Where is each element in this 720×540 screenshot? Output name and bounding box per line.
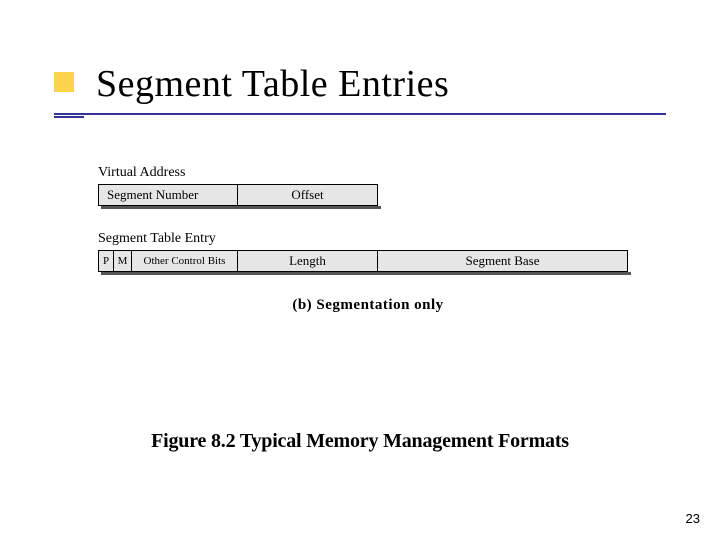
ste-p-cell: P xyxy=(98,250,114,272)
ste-other-control-bits-cell: Other Control Bits xyxy=(132,250,238,272)
ste-length-cell: Length xyxy=(238,250,378,272)
slide-title: Segment Table Entries xyxy=(96,62,449,106)
ste-segment-base-cell: Segment Base xyxy=(378,250,628,272)
header-accent-block xyxy=(54,72,74,92)
figure-caption: Figure 8.2 Typical Memory Management For… xyxy=(0,430,720,453)
figure-area: Virtual Address Segment Number Offset Se… xyxy=(98,165,638,314)
segment-table-entry-label: Segment Table Entry xyxy=(98,231,638,247)
va-offset-cell: Offset xyxy=(238,184,378,206)
row-shadow xyxy=(101,272,631,275)
header-rule xyxy=(54,113,666,115)
ste-m-cell: M xyxy=(114,250,132,272)
sub-caption: (b) Segmentation only xyxy=(98,297,638,314)
header-rule-accent xyxy=(54,116,84,118)
virtual-address-row: Segment Number Offset xyxy=(98,184,638,206)
va-segment-number-cell: Segment Number xyxy=(98,184,238,206)
sub-caption-text: (b) Segmentation only xyxy=(292,297,443,313)
slide: Segment Table Entries Virtual Address Se… xyxy=(0,0,720,540)
segment-table-entry-row: P M Other Control Bits Length Segment Ba… xyxy=(98,250,638,272)
virtual-address-label: Virtual Address xyxy=(98,165,638,181)
page-number: 23 xyxy=(686,511,700,526)
